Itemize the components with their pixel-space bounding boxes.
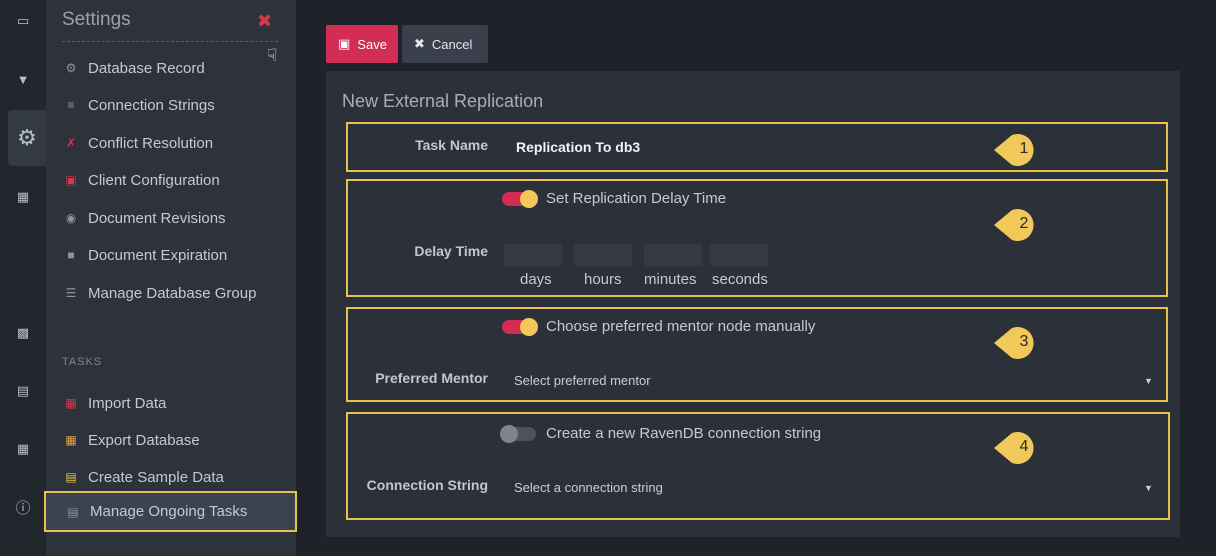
- menu-item-document-expiration[interactable]: ■ Document Expiration: [62, 242, 282, 268]
- menu-item-label: Manage Database Group: [88, 284, 257, 302]
- delay-section: Set Replication Delay Time Delay Time da…: [346, 179, 1168, 297]
- connection-select-placeholder: Select a connection string: [514, 479, 663, 495]
- step-marker-2: 2: [992, 207, 1044, 243]
- menu-item-document-revisions[interactable]: ◉ Document Revisions: [62, 205, 282, 231]
- cluster-icon[interactable]: ▦: [0, 434, 46, 464]
- cancel-icon: ✖: [414, 36, 425, 51]
- page-title: New External Replication: [342, 91, 544, 111]
- settings-menu: Settings ✖ ⚙ Database Record ≡ Connectio…: [44, 0, 297, 556]
- menu-item-label: Database Record: [88, 59, 205, 77]
- task-name-section: Task Name Replication To db3 1: [346, 122, 1168, 172]
- menu-item-label: Connection Strings: [88, 96, 215, 114]
- menu-item-client-configuration[interactable]: ▣ Client Configuration: [62, 167, 282, 193]
- delay-toggle[interactable]: [502, 189, 538, 208]
- days-input[interactable]: [504, 244, 562, 266]
- icon-rail: ▭ ▼ ⚙ ▦ ▩ ▤ ▦ ⓘ: [0, 0, 46, 556]
- mentor-section: Choose preferred mentor node manually Pr…: [346, 307, 1168, 402]
- connection-toggle-label: Create a new RavenDB connection string: [546, 425, 822, 442]
- import-data-icon: ▦: [65, 396, 77, 410]
- save-label: Save: [357, 36, 387, 52]
- menu-item-database-record[interactable]: ⚙ Database Record: [62, 55, 282, 81]
- about-info-icon[interactable]: ⓘ: [0, 492, 46, 522]
- menu-item-label: Manage Ongoing Tasks: [90, 503, 248, 520]
- documents-icon[interactable]: ▭: [0, 6, 46, 36]
- mentor-toggle-row[interactable]: Choose preferred mentor node manually: [502, 317, 816, 336]
- export-database-icon: ▦: [65, 433, 77, 447]
- mentor-toggle-label: Choose preferred mentor node manually: [546, 318, 816, 335]
- mentor-toggle[interactable]: [502, 317, 538, 336]
- connection-strings-icon: ≡: [67, 98, 75, 112]
- document-expiration-icon: ■: [67, 248, 75, 262]
- save-icon: ▣: [338, 36, 351, 51]
- mentor-select[interactable]: Select preferred mentor: [514, 365, 1158, 395]
- step-marker-4: 4: [992, 430, 1044, 466]
- database-group-icon: ☰: [65, 286, 77, 300]
- indexes-icon[interactable]: ▼: [0, 64, 46, 94]
- settings-gear-icon[interactable]: ⚙: [8, 110, 46, 166]
- ongoing-tasks-icon: ▤: [67, 504, 79, 519]
- menu-item-manage-ongoing-tasks[interactable]: ▤ Manage Ongoing Tasks: [44, 491, 297, 532]
- delay-toggle-row[interactable]: Set Replication Delay Time: [502, 189, 727, 208]
- menu-item-import-data[interactable]: ▦ Import Data: [62, 390, 282, 416]
- document-revisions-icon: ◉: [65, 211, 77, 225]
- save-button[interactable]: ▣ Save: [326, 25, 398, 63]
- conflict-resolution-icon: ✗: [65, 136, 77, 150]
- menu-item-label: Document Revisions: [88, 209, 226, 227]
- connection-toggle[interactable]: [500, 424, 536, 443]
- connection-toggle-row[interactable]: Create a new RavenDB connection string: [500, 424, 822, 443]
- chevron-down-icon[interactable]: ▼: [1144, 483, 1153, 493]
- menu-item-label: Conflict Resolution: [88, 134, 214, 152]
- chevron-down-icon[interactable]: ▼: [1144, 376, 1153, 386]
- menu-item-label: Import Data: [88, 394, 167, 412]
- cancel-button[interactable]: ✖ Cancel: [402, 25, 488, 63]
- task-name-input[interactable]: Replication To db3: [516, 139, 640, 155]
- task-name-label: Task Name: [415, 137, 488, 153]
- menu-item-conflict-resolution[interactable]: ✗ Conflict Resolution: [62, 130, 282, 156]
- connection-string-section: Create a new RavenDB connection string C…: [346, 412, 1170, 520]
- menu-item-label: Document Expiration: [88, 246, 228, 264]
- patch-icon[interactable]: ▦: [0, 182, 46, 212]
- cancel-label: Cancel: [431, 36, 473, 52]
- hand-cursor-icon: ☟: [267, 46, 278, 65]
- minutes-input[interactable]: [644, 244, 702, 266]
- days-label: days: [520, 271, 552, 288]
- database-record-icon: ⚙: [65, 61, 77, 75]
- seconds-input[interactable]: [710, 244, 768, 266]
- minutes-label: minutes: [644, 271, 697, 288]
- menu-item-connection-strings[interactable]: ≡ Connection Strings: [62, 92, 282, 118]
- connection-string-select[interactable]: Select a connection string: [514, 472, 1158, 502]
- sample-data-icon: ▤: [65, 470, 77, 484]
- hours-label: hours: [584, 271, 622, 288]
- server-icon[interactable]: ▤: [0, 376, 46, 406]
- delay-time-label: Delay Time: [414, 243, 488, 259]
- tasks-heading: TASKS: [62, 356, 103, 368]
- menu-item-create-sample-data[interactable]: ▤ Create Sample Data: [62, 464, 282, 490]
- menu-item-label: Export Database: [88, 431, 200, 449]
- menu-item-label: Client Configuration: [88, 171, 220, 189]
- client-configuration-icon: ▣: [65, 173, 77, 187]
- connection-string-label: Connection String: [366, 477, 488, 493]
- seconds-label: seconds: [712, 271, 768, 288]
- close-icon[interactable]: ✖: [257, 11, 272, 32]
- menu-item-label: Create Sample Data: [88, 468, 224, 486]
- hours-input[interactable]: [574, 244, 632, 266]
- menu-divider: [62, 41, 278, 42]
- step-marker-1: 1: [992, 132, 1044, 168]
- menu-item-manage-database-group[interactable]: ☰ Manage Database Group: [62, 280, 282, 306]
- replication-panel: New External Replication Task Name Repli…: [326, 71, 1180, 537]
- mentor-select-placeholder: Select preferred mentor: [514, 372, 651, 388]
- delay-toggle-label: Set Replication Delay Time: [546, 190, 727, 207]
- dashboard-icon[interactable]: ▩: [0, 318, 46, 348]
- preferred-mentor-label: Preferred Mentor: [375, 370, 488, 386]
- menu-item-export-database[interactable]: ▦ Export Database: [62, 427, 282, 453]
- menu-title: Settings: [62, 9, 131, 30]
- step-marker-3: 3: [992, 325, 1044, 361]
